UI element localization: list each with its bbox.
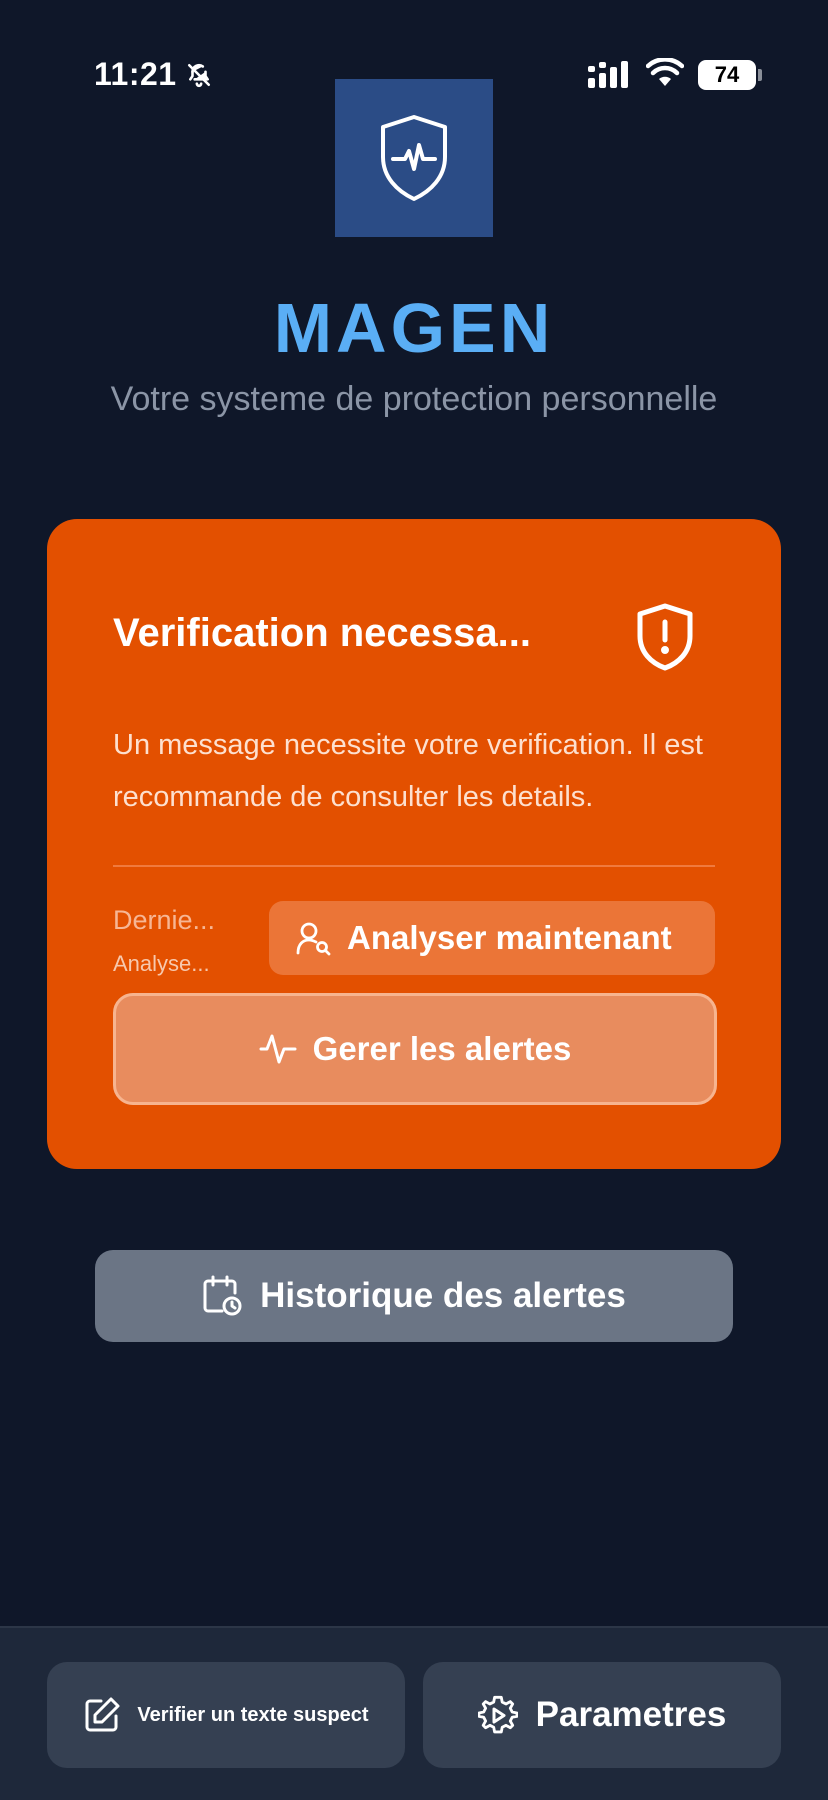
shield-heartbeat-icon: [381, 115, 447, 201]
verify-text-button[interactable]: Verifier un texte suspect: [47, 1662, 405, 1768]
bell-off-icon: [187, 63, 211, 88]
status-time: 11:21: [94, 56, 177, 92]
settings-label: Parametres: [535, 1695, 727, 1734]
manage-alerts-label: Gerer les alertes: [312, 1030, 572, 1067]
card-divider: [113, 865, 715, 867]
analyze-now-button[interactable]: Analyser maintenant: [269, 901, 715, 975]
analyze-now-label: Analyser maintenant: [347, 919, 672, 956]
last-analysis-value: Analyse...: [113, 951, 210, 976]
card-title: Verification necessa...: [113, 611, 531, 655]
activity-icon: [259, 1034, 297, 1064]
app-subtitle: Votre systeme de protection personnelle: [110, 380, 718, 418]
bottom-bar: Verifier un texte suspect Parametres: [0, 1626, 828, 1800]
alert-history-button[interactable]: Historique des alertes: [95, 1250, 733, 1342]
alert-card: Verification necessa... Un message neces…: [47, 519, 781, 1169]
shield-alert-icon: [637, 603, 693, 671]
calendar-clock-icon: [203, 1275, 242, 1316]
gear-icon: [477, 1695, 518, 1734]
manage-alerts-button[interactable]: Gerer les alertes: [113, 993, 717, 1105]
app-title: MAGEN: [273, 289, 555, 367]
signal-icon: [588, 61, 628, 88]
alert-history-label: Historique des alertes: [260, 1276, 626, 1315]
verify-text-label: Verifier un texte suspect: [137, 1703, 369, 1726]
card-message: Un message necessite votre verification.…: [113, 729, 703, 813]
settings-button[interactable]: Parametres: [423, 1662, 781, 1768]
wifi-icon: [646, 58, 684, 86]
battery-cap: [758, 69, 762, 81]
battery-icon: 74: [698, 60, 756, 90]
last-analysis-label: Dernie...: [113, 905, 216, 935]
user-search-icon: [296, 922, 331, 956]
app-logo: [335, 79, 493, 237]
edit-icon: [85, 1697, 120, 1732]
